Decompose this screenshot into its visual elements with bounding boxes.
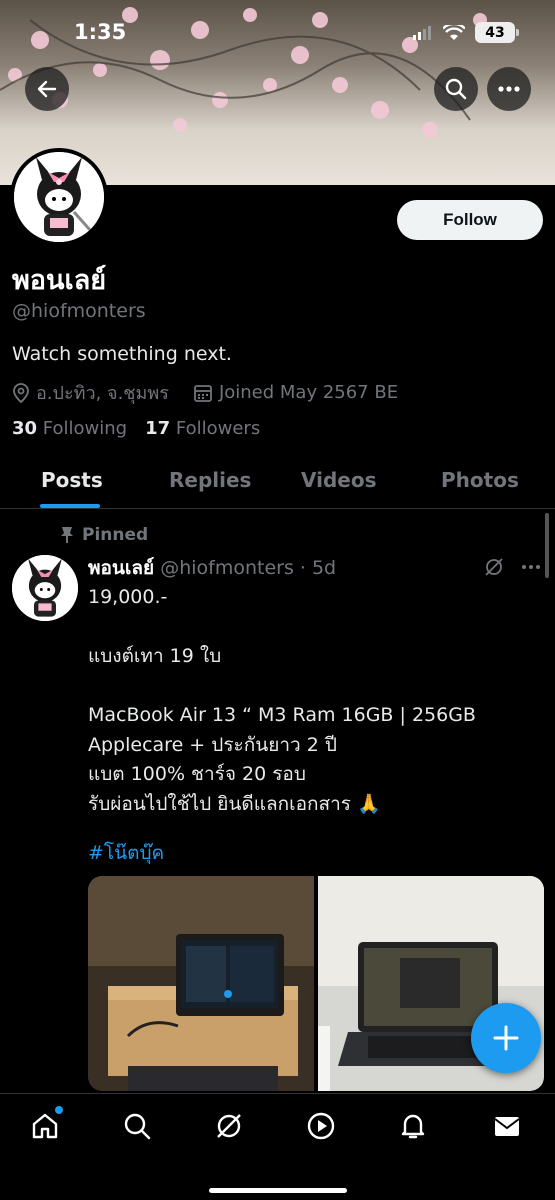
profile-bio: Watch something next. [12,343,232,365]
home-notification-dot [55,1106,63,1114]
search-button[interactable] [434,67,478,111]
calendar-icon [194,384,212,402]
tab-replies[interactable]: Replies [169,468,251,492]
home-icon [32,1113,58,1139]
nav-search[interactable] [121,1110,153,1142]
nav-messages[interactable] [491,1110,523,1142]
following-link[interactable]: 30 Following [12,418,127,439]
kuromi-avatar-image [14,152,104,242]
following-label: Following [42,418,128,439]
pin-icon [61,527,73,543]
followers-label: Followers [175,418,261,439]
profile-meta: อ.ปะทิว, จ.ชุมพร Joined May 2567 BE [12,378,398,407]
profile-tabs: Posts Replies Videos Photos [0,455,555,509]
nav-notifications[interactable] [397,1110,429,1142]
follow-counts: 30 Following 17 Followers [12,418,260,439]
post-actions [483,556,541,578]
pinned-label: Pinned [60,525,148,545]
status-bar: 1:35 43 [0,0,555,60]
battery-indicator: 43 [475,22,519,43]
location-icon [13,382,29,403]
home-indicator [209,1188,347,1193]
followers-link[interactable]: 17 Followers [145,418,260,439]
play-icon [307,1112,335,1140]
post-author-handle[interactable]: @hiofmonters [160,557,294,579]
wifi-icon [443,24,465,40]
plus-icon [493,1025,519,1051]
tab-posts[interactable]: Posts [41,468,103,492]
scrollbar-thumb[interactable] [545,513,549,578]
pinned-text: Pinned [82,525,149,545]
profile-display-name: พอนเลย์ [12,265,107,296]
grok-icon[interactable] [483,556,505,578]
bell-icon [401,1114,425,1139]
bottom-navigation [0,1093,555,1200]
profile-location: อ.ปะทิว, จ.ชุมพร [36,383,169,404]
nav-grok[interactable] [213,1110,245,1142]
tab-videos[interactable]: Videos [301,468,377,492]
back-button[interactable] [25,67,69,111]
profile-avatar[interactable] [10,148,108,246]
search-icon [445,78,467,100]
profile-handle: @hiofmonters [12,300,146,322]
compose-post-button[interactable] [471,1003,541,1073]
back-arrow-icon [37,80,57,98]
macbook-box-photo [88,876,314,1091]
profile-joined-date: Joined May 2567 BE [218,382,399,403]
post-header: พอนเลย์ @hiofmonters · 5d [88,553,336,583]
nav-videos[interactable] [305,1110,337,1142]
status-icons: 43 [413,22,519,43]
more-icon [498,86,520,92]
post-more-icon[interactable] [521,564,541,570]
kuromi-avatar-image [12,555,78,621]
tab-photos[interactable]: Photos [441,468,519,492]
status-time: 1:35 [74,20,127,44]
search-icon [124,1113,151,1140]
follow-button[interactable]: Follow [397,200,543,240]
post-hashtag[interactable]: #โน๊ตบุ๊ค [88,838,164,868]
followers-count: 17 [145,418,171,439]
active-tab-indicator [40,504,100,508]
post-body-text: 19,000.- แบงต์เทา 19 ใบ MacBook Air 13 “… [88,586,476,815]
post-image-1[interactable] [88,876,314,1091]
grok-icon [217,1114,241,1138]
post-media-grid [88,876,544,1091]
post-time: · 5d [299,557,337,579]
following-count: 30 [12,418,38,439]
post-author-name[interactable]: พอนเลย์ [88,553,154,583]
mail-icon [494,1117,520,1136]
more-button[interactable] [487,67,531,111]
cellular-signal-icon [413,25,431,40]
nav-home[interactable] [29,1106,63,1142]
post-author-avatar[interactable] [12,555,78,621]
